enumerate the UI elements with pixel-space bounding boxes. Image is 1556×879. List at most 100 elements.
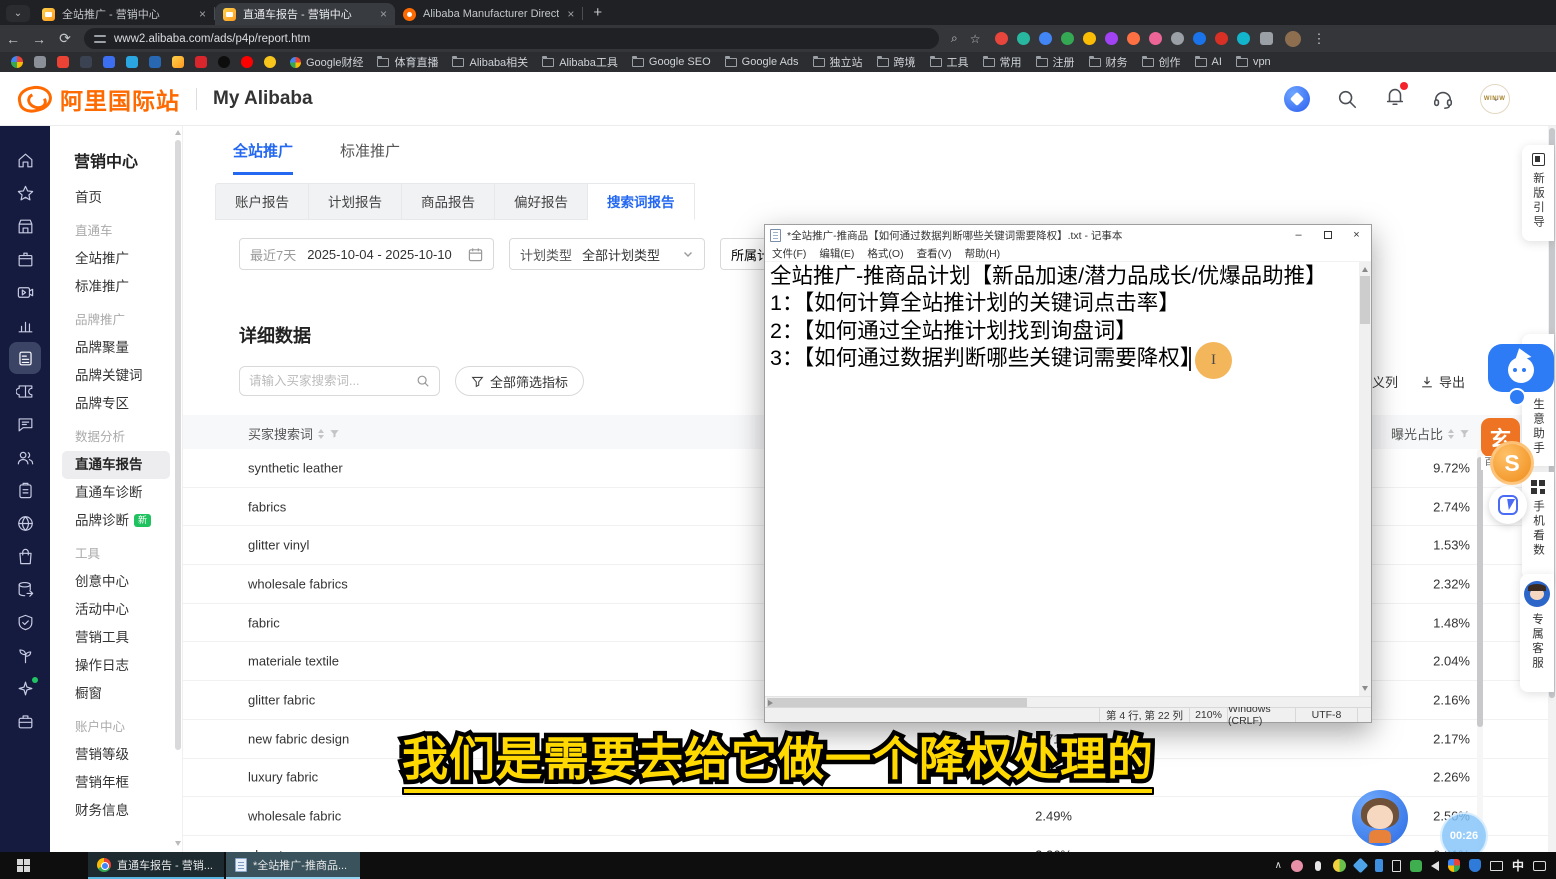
- resize-grip[interactable]: [1357, 708, 1371, 722]
- sidebar-scrollbar[interactable]: [175, 128, 181, 848]
- tray-globe-icon[interactable]: [1333, 859, 1346, 872]
- bookmark-folder[interactable]: 独立站: [813, 54, 863, 70]
- scroll-up-arrow[interactable]: [1362, 267, 1368, 272]
- bookmark-folder[interactable]: 常用: [983, 54, 1022, 70]
- extension-icon[interactable]: [1061, 32, 1074, 45]
- alibaba-logo[interactable]: 阿里国际站: [18, 82, 180, 116]
- tray-action-center-icon[interactable]: [1533, 861, 1546, 871]
- browser-profile-avatar[interactable]: [1285, 31, 1301, 47]
- new-tab-button[interactable]: +: [593, 4, 602, 21]
- bookmark-folder[interactable]: vpn: [1236, 56, 1271, 68]
- sidebar-item-brand-diagnosis[interactable]: 品牌诊断新: [50, 507, 182, 535]
- headset-icon[interactable]: [1432, 88, 1454, 110]
- col-buyer-search-term[interactable]: 买家搜索词: [248, 424, 340, 443]
- table-scrollbar[interactable]: [1477, 449, 1483, 852]
- bookmark-favicon[interactable]: [11, 56, 23, 68]
- bookmark-folder[interactable]: 注册: [1036, 54, 1075, 70]
- browser-tab[interactable]: 全站推广 - 营销中心 ×: [34, 3, 214, 25]
- sidebar-item-marketing-level[interactable]: 营销等级: [50, 741, 182, 769]
- bookmark-folder[interactable]: 工具: [930, 54, 969, 70]
- browser-tab[interactable]: Alibaba Manufacturer Direct ×: [395, 3, 582, 25]
- bookmark-favicon[interactable]: [264, 56, 276, 68]
- notepad-horizontal-scrollbar[interactable]: [765, 696, 1371, 707]
- tray-defender-icon[interactable]: [1469, 859, 1481, 872]
- rail-chart-icon[interactable]: [9, 309, 42, 342]
- extension-icon[interactable]: [1193, 32, 1206, 45]
- sort-icons[interactable]: [1448, 429, 1454, 439]
- bookmark-folder[interactable]: AI: [1195, 56, 1222, 68]
- tray-microphone-icon[interactable]: [1315, 861, 1321, 871]
- sidebar-item-brand-volume[interactable]: 品牌聚量: [50, 334, 182, 362]
- bookmark-favicon[interactable]: [241, 56, 253, 68]
- rail-box-icon[interactable]: [9, 243, 42, 276]
- scrollbar-thumb[interactable]: [767, 698, 1027, 707]
- rail-database-icon[interactable]: [9, 573, 42, 606]
- search-icon[interactable]: [1336, 88, 1358, 110]
- funnel-icon[interactable]: [329, 428, 340, 439]
- close-button[interactable]: ×: [1342, 225, 1371, 245]
- address-bar[interactable]: www2.alibaba.com/ads/p4p/report.htm: [84, 28, 939, 49]
- sidebar-item-finance-info[interactable]: 财务信息: [50, 797, 182, 825]
- rail-star-icon[interactable]: [9, 177, 42, 210]
- browser-tab-active[interactable]: 直通车报告 - 营销中心 ×: [215, 3, 395, 25]
- scroll-down-arrow[interactable]: [1362, 686, 1368, 691]
- tab-standard[interactable]: 标准推广: [340, 140, 400, 175]
- menu-view[interactable]: 查看(V): [917, 246, 952, 261]
- bookmark-favicon[interactable]: [57, 56, 69, 68]
- start-button[interactable]: [0, 852, 46, 879]
- sidebar-item-activity-center[interactable]: 活动中心: [50, 596, 182, 624]
- notepad-window[interactable]: *全站推广-推商品【如何通过数据判断哪些关键词需要降权】.txt - 记事本 –…: [764, 224, 1372, 723]
- filter-metrics-button[interactable]: 全部筛选指标: [455, 366, 584, 396]
- taskbar-chrome-app[interactable]: 直通车报告 - 营销...: [88, 852, 224, 879]
- search-box[interactable]: [239, 366, 440, 396]
- tray-security-shield-icon[interactable]: [1448, 859, 1460, 872]
- menu-help[interactable]: 帮助(H): [965, 246, 1001, 261]
- extension-icon[interactable]: [1039, 32, 1052, 45]
- extension-icon[interactable]: [1215, 32, 1228, 45]
- sidebar-item-sitewide[interactable]: 全站推广: [50, 245, 182, 273]
- tray-speaker-icon[interactable]: [1431, 861, 1439, 871]
- quick-tool-icon[interactable]: [1489, 486, 1527, 524]
- bookmark-folder[interactable]: Google Ads: [725, 56, 799, 68]
- bookmark-favicon[interactable]: [172, 56, 184, 68]
- rail-store-icon[interactable]: [9, 210, 42, 243]
- rail-bag-icon[interactable]: [9, 540, 42, 573]
- extension-icon[interactable]: [1149, 32, 1162, 45]
- bookmark-favicon[interactable]: [103, 56, 115, 68]
- date-range-picker[interactable]: 最近7天 2025-10-04 - 2025-10-10: [239, 238, 494, 270]
- input-method-indicator[interactable]: 中: [1512, 857, 1524, 874]
- bookmark-folder[interactable]: 财务: [1089, 54, 1128, 70]
- back-button[interactable]: ←: [0, 31, 26, 47]
- search-icon[interactable]: [416, 374, 430, 388]
- dedicated-service-tab[interactable]: 专属客服: [1520, 574, 1554, 692]
- notepad-vertical-scrollbar[interactable]: [1359, 262, 1371, 696]
- bookmark-favicon[interactable]: [195, 56, 207, 68]
- bookmark-favicon[interactable]: [126, 56, 138, 68]
- bookmark-star-icon[interactable]: ☆: [970, 32, 981, 46]
- extension-icon[interactable]: [995, 32, 1008, 45]
- taskbar-notepad-app[interactable]: *全站推广-推商品...: [226, 852, 360, 879]
- extension-icon[interactable]: [1127, 32, 1140, 45]
- tab-product-report[interactable]: 商品报告: [402, 183, 495, 220]
- menu-edit[interactable]: 编辑(E): [819, 246, 854, 261]
- rail-ticket-icon[interactable]: [9, 375, 42, 408]
- table-row[interactable]: wholesale fabric2.49%2.50%: [183, 797, 1556, 836]
- browser-menu-icon[interactable]: ⋮: [1313, 31, 1326, 47]
- extensions-puzzle-icon[interactable]: [1260, 32, 1273, 45]
- extension-icon[interactable]: [1171, 32, 1184, 45]
- bookmark-favicon[interactable]: [149, 56, 161, 68]
- extension-icon[interactable]: [1105, 32, 1118, 45]
- menu-file[interactable]: 文件(F): [772, 246, 806, 261]
- notepad-text-area[interactable]: 全站推广-推商品计划【新品加速/潜力品成长/优爆品助推】 1：【如何计算全站推计…: [765, 262, 1371, 696]
- sidebar-item-marketing-tools[interactable]: 营销工具: [50, 624, 182, 652]
- bookmark-folder[interactable]: 创作: [1142, 54, 1181, 70]
- sidebar-item-p4p-report-active[interactable]: 直通车报告: [62, 451, 170, 479]
- tray-phone-icon[interactable]: [1375, 859, 1383, 872]
- sidebar-item-standard[interactable]: 标准推广: [50, 273, 182, 301]
- customer-service-avatar[interactable]: [1352, 790, 1408, 846]
- tab-account-report[interactable]: 账户报告: [215, 183, 309, 220]
- member-gem-icon[interactable]: [1284, 86, 1310, 112]
- minimize-button[interactable]: –: [1284, 225, 1313, 245]
- tray-usb-icon[interactable]: [1392, 860, 1401, 872]
- account-menu[interactable]: WINIW ⌄: [1480, 84, 1500, 114]
